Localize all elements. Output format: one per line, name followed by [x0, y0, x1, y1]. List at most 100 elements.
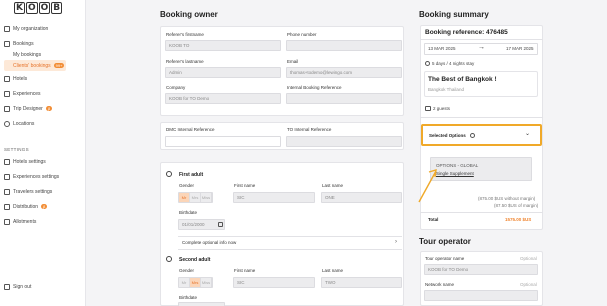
single-supplement-link[interactable]: Single Supplement: [436, 171, 474, 176]
sidebar-item-label: Experiences settings: [13, 173, 60, 180]
dmc-internal-reference-field[interactable]: [165, 136, 281, 147]
sign-out-icon: [4, 283, 10, 290]
adult2-birthdate-field[interactable]: [178, 302, 225, 306]
sidebar-item-allotments[interactable]: Allotments: [4, 216, 84, 227]
email-field[interactable]: thomas+todemo@lewingo.com: [286, 67, 402, 78]
sidebar-item-my-bookings[interactable]: My bookings: [4, 49, 84, 60]
sign-out-button[interactable]: Sign out: [4, 281, 31, 292]
sidebar-item-experiences[interactable]: Experiences: [4, 88, 84, 99]
experiences-icon: [4, 90, 10, 97]
sidebar-item-hotels-settings[interactable]: Hotels settings: [4, 156, 84, 167]
phone-field[interactable]: [286, 40, 402, 51]
sidebar-nav: My organization Bookings My bookings Cli…: [4, 23, 84, 227]
gender-option-miss[interactable]: Miss: [201, 278, 212, 287]
person-icon: [166, 256, 172, 262]
sidebar-item-label: Hotels: [13, 75, 28, 82]
company-field[interactable]: KOOB for TO Demo: [165, 93, 281, 104]
info-icon[interactable]: [470, 133, 475, 138]
adult2-lastname-field[interactable]: TWO: [321, 277, 402, 288]
gender-option-mr[interactable]: Mr: [179, 278, 190, 287]
booking-summary-title: Booking summary: [419, 10, 489, 19]
sidebar-item-trip-designer[interactable]: Trip Designer β: [4, 103, 84, 114]
options-global-label: OPTIONS - GLOBAL: [436, 163, 479, 168]
trip-card[interactable]: [424, 71, 538, 97]
dmc-internal-reference-label: DMC Internal Reference: [166, 127, 215, 132]
referer-lastname-field[interactable]: Admin: [165, 67, 281, 78]
sidebar-item-bookings[interactable]: Bookings: [4, 38, 84, 49]
highlight-arrow: [418, 169, 437, 203]
to-internal-reference-label: TO Internal Reference: [287, 127, 332, 132]
stay-duration: 5 days / 4 nights stay: [432, 61, 475, 66]
beta-badge: β: [41, 204, 48, 209]
trip-designer-icon: [4, 105, 10, 112]
moon-icon: [425, 61, 430, 66]
internal-booking-reference-field[interactable]: [286, 93, 402, 104]
chevron-down-icon[interactable]: ⌄: [525, 130, 530, 137]
hotel-icon: [4, 158, 10, 165]
complete-optional-info-link[interactable]: Complete optional info now: [182, 240, 236, 245]
birthdate-label: Birthdate: [179, 295, 198, 300]
bookings-icon: [4, 40, 10, 47]
experiences-icon: [4, 173, 10, 180]
sidebar-item-distribution[interactable]: Distribution β: [4, 201, 84, 212]
adult2-firstname-field[interactable]: SIC: [233, 277, 315, 288]
sidebar-item-locations[interactable]: Locations: [4, 118, 84, 129]
end-date: 17 MAR 2025: [506, 46, 534, 51]
gender-option-mrs[interactable]: Mrs: [190, 278, 201, 287]
sidebar-item-label: My bookings: [13, 51, 42, 58]
gender-option-mrs[interactable]: Mrs: [190, 193, 201, 202]
divider: [178, 249, 402, 250]
total-label: Total: [428, 217, 439, 222]
referer-firstname-label: Referer's firstname: [166, 32, 204, 37]
logo-letter: B: [51, 2, 63, 14]
gender-selector[interactable]: Mr Mrs Miss: [178, 192, 213, 203]
guests-count: 2 guests: [433, 106, 451, 111]
network-name-field[interactable]: [424, 290, 538, 301]
start-date: 13 MAR 2025: [428, 46, 456, 51]
sidebar-item-label: Experiences: [13, 90, 41, 97]
firstname-label: First name: [234, 183, 256, 188]
second-adult-title: Second adult: [179, 257, 211, 263]
sidebar-item-hotels[interactable]: Hotels: [4, 73, 84, 84]
beta-badge: β: [45, 106, 53, 111]
travelers-icon: [4, 188, 10, 195]
sign-out-label: Sign out: [13, 283, 32, 290]
calendar-icon[interactable]: [218, 222, 223, 227]
referer-firstname-field[interactable]: KOOB TO: [165, 40, 281, 51]
sidebar-item-clients-bookings[interactable]: Clients' bookings 99+: [4, 60, 66, 71]
sidebar-item-label: Distribution: [13, 203, 39, 210]
company-label: Company: [166, 85, 186, 90]
sidebar-item-experiences-settings[interactable]: Experiences settings: [4, 171, 84, 182]
sidebar-item-travelers-settings[interactable]: Travelers settings: [4, 186, 84, 197]
divider: [420, 117, 543, 118]
allotments-icon: [4, 218, 10, 225]
koob-logo[interactable]: K O O B: [14, 2, 63, 15]
optional-label: Optional: [520, 282, 537, 287]
gender-option-mr[interactable]: Mr: [179, 193, 190, 202]
tour-operator-name-field[interactable]: KOOB for TO Demo: [424, 264, 538, 275]
sidebar-item-label: Trip Designer: [13, 105, 43, 112]
count-badge: 99+: [53, 63, 65, 68]
birthdate-label: Birthdate: [179, 210, 198, 215]
lastname-label: Last name: [322, 268, 344, 273]
sidebar-item-label: Travelers settings: [13, 188, 53, 195]
distribution-icon: [4, 203, 10, 210]
adult1-lastname-field[interactable]: ONE: [321, 192, 402, 203]
chevron-right-icon[interactable]: ›: [395, 239, 397, 245]
referer-lastname-label: Referer's lastname: [166, 59, 204, 64]
firstname-label: First name: [234, 268, 256, 273]
sidebar: K O O B My organization Bookings My book…: [0, 0, 86, 306]
sidebar-item-my-organization[interactable]: My organization: [4, 23, 84, 34]
tour-operator-name-label: Tour operator name: [425, 256, 465, 261]
gender-option-miss[interactable]: Miss: [201, 193, 212, 202]
email-label: Email: [287, 59, 299, 64]
gender-selector[interactable]: Mr Mrs Miss: [178, 277, 213, 288]
to-internal-reference-field[interactable]: [286, 136, 402, 147]
divider: [420, 39, 543, 40]
settings-section-label: SETTINGS: [4, 146, 29, 152]
adult1-firstname-field[interactable]: SIC: [233, 192, 315, 203]
arrow-right-icon: →: [478, 44, 485, 51]
guests-icon: [425, 106, 431, 111]
sidebar-item-label: Locations: [13, 120, 35, 127]
sidebar-item-label: Allotments: [13, 218, 37, 225]
